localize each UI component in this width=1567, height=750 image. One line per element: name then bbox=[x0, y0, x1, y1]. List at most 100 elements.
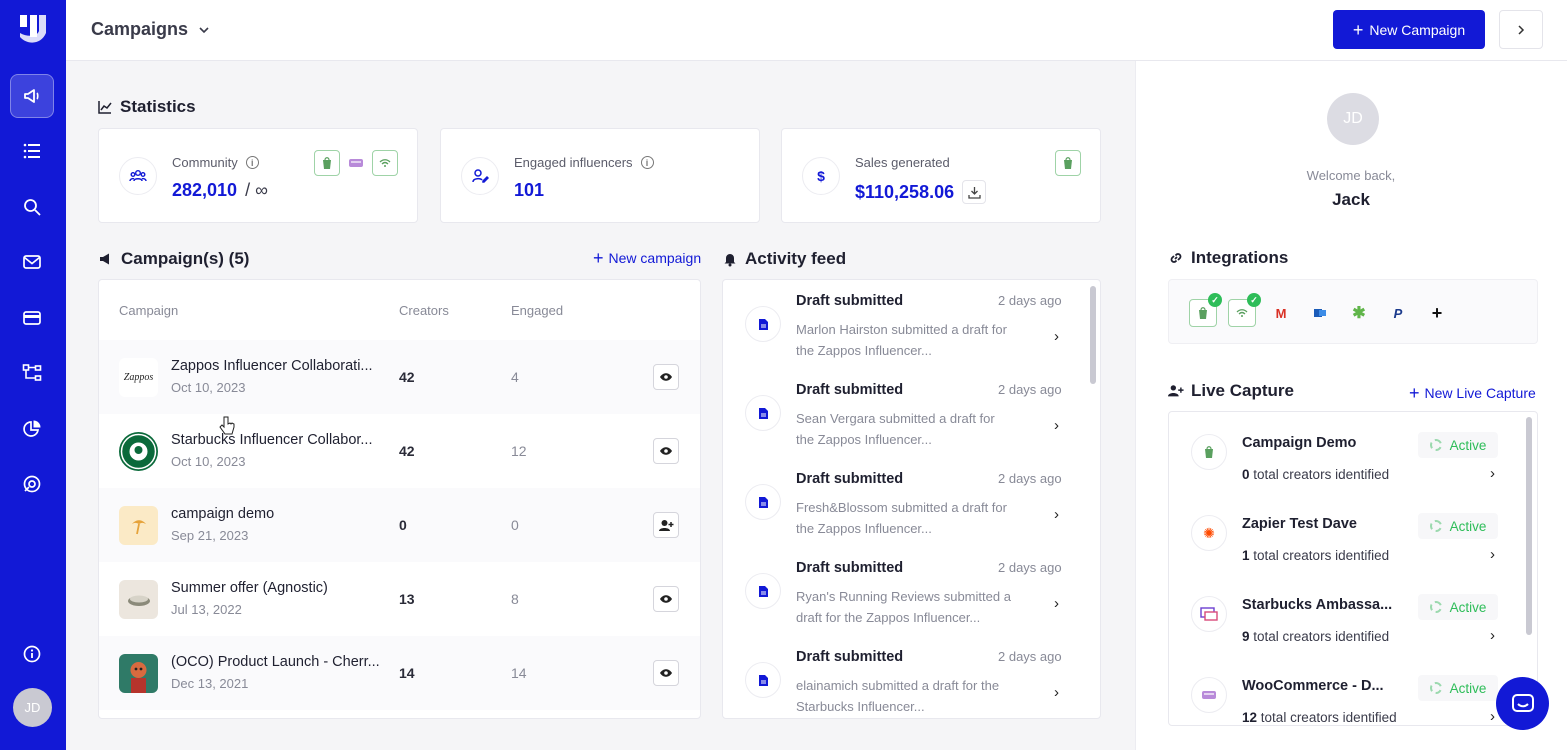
chevron-right-icon[interactable]: › bbox=[1054, 506, 1059, 523]
line-chart-icon bbox=[98, 101, 112, 114]
table-row[interactable]: (OCO) Product Launch - Cherr... Dec 13, … bbox=[99, 636, 700, 710]
user-avatar[interactable]: JD bbox=[13, 688, 52, 727]
feed-title: Draft submitted bbox=[796, 649, 904, 665]
chevron-right-icon[interactable]: › bbox=[1490, 627, 1495, 644]
shopify-icon[interactable] bbox=[314, 150, 340, 176]
feed-time: 2 days ago bbox=[998, 471, 1062, 486]
toggle-panel-button[interactable] bbox=[1499, 10, 1543, 49]
campaigns-title: Campaign(s) (5) bbox=[121, 249, 250, 268]
feed-item[interactable]: Draft submitted 2 days ago elainamich su… bbox=[723, 636, 1088, 718]
feed-title: Draft submitted bbox=[796, 471, 904, 487]
woocommerce-icon bbox=[1191, 677, 1227, 713]
shopify-icon[interactable] bbox=[1055, 150, 1081, 176]
add-creator-button[interactable] bbox=[653, 512, 679, 538]
campaign-date: Jul 13, 2022 bbox=[171, 602, 242, 617]
column-header-engaged[interactable]: Engaged bbox=[511, 303, 563, 318]
nav-inbox[interactable] bbox=[10, 240, 54, 284]
new-live-capture-link[interactable]: + New Live Capture bbox=[1409, 384, 1536, 402]
profile-avatar[interactable]: JD bbox=[1327, 93, 1379, 145]
live-capture-title: Live Capture bbox=[1191, 381, 1294, 400]
campaign-name[interactable]: (OCO) Product Launch - Cherr... bbox=[171, 654, 387, 670]
statistics-title: Statistics bbox=[120, 97, 196, 116]
eye-icon bbox=[660, 669, 672, 677]
live-capture-item[interactable]: ✺ Zapier Test Dave 1 total creators iden… bbox=[1169, 493, 1524, 574]
view-campaign-button[interactable] bbox=[653, 660, 679, 686]
brand-logo[interactable] bbox=[17, 13, 49, 45]
mail-icon bbox=[23, 255, 41, 269]
campaign-name[interactable]: Starbucks Influencer Collabor... bbox=[171, 432, 387, 448]
nav-workflows[interactable] bbox=[10, 351, 54, 395]
live-capture-item[interactable]: Campaign Demo 0 total creators identifie… bbox=[1169, 412, 1524, 493]
info-icon[interactable]: i bbox=[245, 156, 259, 169]
feed-item[interactable]: Draft submitted 2 days ago Ryan's Runnin… bbox=[723, 547, 1088, 636]
wifi-icon[interactable]: ✓ bbox=[1228, 293, 1261, 327]
add-user-icon bbox=[1168, 385, 1184, 397]
nav-campaigns[interactable] bbox=[10, 74, 54, 118]
browser-window-icon bbox=[1191, 596, 1227, 632]
support-icon bbox=[23, 475, 41, 493]
column-header-creators[interactable]: Creators bbox=[399, 303, 449, 318]
view-campaign-button[interactable] bbox=[653, 364, 679, 390]
info-icon bbox=[23, 645, 41, 663]
zapier-icon[interactable]: ✱ bbox=[1345, 299, 1373, 327]
view-campaign-button[interactable] bbox=[653, 586, 679, 612]
live-capture-item[interactable]: WooCommerce - D... 12 total creators ide… bbox=[1169, 655, 1524, 725]
dollar-icon: $ bbox=[802, 157, 840, 195]
view-campaign-button[interactable] bbox=[653, 438, 679, 464]
campaign-name[interactable]: Summer offer (Agnostic) bbox=[171, 580, 387, 596]
feed-item[interactable]: Draft submitted 2 days ago Sean Vergara … bbox=[723, 369, 1088, 458]
page-title-dropdown[interactable]: Campaigns bbox=[91, 19, 210, 40]
table-row[interactable]: Summer offer (Agnostic) Jul 13, 2022 13 … bbox=[99, 562, 700, 636]
feed-description: Ryan's Running Reviews submitted a draft… bbox=[796, 589, 1011, 625]
chevron-right-icon[interactable]: › bbox=[1054, 417, 1059, 434]
community-label: Community bbox=[172, 155, 238, 170]
live-capture-item[interactable]: Starbucks Ambassa... 9 total creators id… bbox=[1169, 574, 1524, 655]
feed-item[interactable]: Draft submitted 2 days ago Marlon Hairst… bbox=[723, 280, 1088, 369]
chat-launcher-button[interactable] bbox=[1496, 677, 1549, 730]
wifi-icon[interactable] bbox=[372, 150, 398, 176]
chevron-right-icon[interactable]: › bbox=[1490, 465, 1495, 482]
outlook-icon[interactable] bbox=[1306, 299, 1334, 327]
chevron-right-icon[interactable]: › bbox=[1054, 684, 1059, 701]
download-icon[interactable] bbox=[962, 180, 987, 204]
chevron-right-icon[interactable]: › bbox=[1490, 546, 1495, 563]
new-campaign-link[interactable]: + New campaign bbox=[593, 249, 701, 267]
eye-icon bbox=[660, 447, 672, 455]
nav-lists[interactable] bbox=[10, 129, 54, 173]
integrations-heading: Integrations bbox=[1168, 248, 1288, 268]
campaign-thumbnail: Zappos bbox=[119, 358, 158, 397]
new-campaign-button[interactable]: + New Campaign bbox=[1333, 10, 1485, 49]
table-row[interactable]: campaign demo Sep 21, 2023 0 0 bbox=[99, 488, 700, 562]
live-capture-list: Campaign Demo 0 total creators identifie… bbox=[1168, 411, 1538, 726]
list-icon bbox=[23, 143, 40, 159]
column-header-campaign[interactable]: Campaign bbox=[119, 303, 178, 318]
live-capture-heading: Live Capture bbox=[1168, 381, 1294, 401]
chevron-right-icon[interactable]: › bbox=[1054, 595, 1059, 612]
table-row[interactable]: Starbucks Influencer Collabor... Oct 10,… bbox=[99, 414, 700, 488]
campaign-engaged: 14 bbox=[511, 665, 527, 681]
info-icon[interactable]: i bbox=[640, 156, 654, 169]
nav-analytics[interactable] bbox=[10, 407, 54, 451]
live-capture-scrollbar[interactable] bbox=[1526, 417, 1532, 635]
campaign-name[interactable]: campaign demo bbox=[171, 506, 387, 522]
chevron-right-icon[interactable]: › bbox=[1054, 328, 1059, 345]
engaged-label: Engaged influencers bbox=[514, 155, 633, 170]
feed-item[interactable]: Draft submitted 2 days ago Fresh&Blossom… bbox=[723, 458, 1088, 547]
add-integration-button[interactable]: + bbox=[1423, 299, 1451, 327]
feed-scrollbar[interactable] bbox=[1090, 286, 1096, 384]
nav-search[interactable] bbox=[10, 185, 54, 229]
shopify-icon[interactable]: ✓ bbox=[1189, 293, 1222, 327]
chevron-right-icon[interactable]: › bbox=[1490, 708, 1495, 725]
nav-info[interactable] bbox=[10, 632, 54, 676]
feed-description: elainamich submitted a draft for the Sta… bbox=[796, 678, 1000, 714]
paypal-icon[interactable]: P bbox=[1384, 299, 1412, 327]
nav-support[interactable] bbox=[10, 462, 54, 506]
campaign-name[interactable]: Zappos Influencer Collaborati... bbox=[171, 358, 387, 374]
woocommerce-icon[interactable] bbox=[343, 150, 369, 176]
gmail-icon[interactable]: M bbox=[1267, 299, 1295, 327]
campaign-creators: 42 bbox=[399, 443, 415, 459]
campaign-thumbnail bbox=[119, 580, 158, 619]
nav-payments[interactable] bbox=[10, 296, 54, 340]
live-capture-name: Campaign Demo bbox=[1242, 435, 1357, 451]
table-row[interactable]: Zappos Zappos Influencer Collaborati... … bbox=[99, 340, 700, 414]
